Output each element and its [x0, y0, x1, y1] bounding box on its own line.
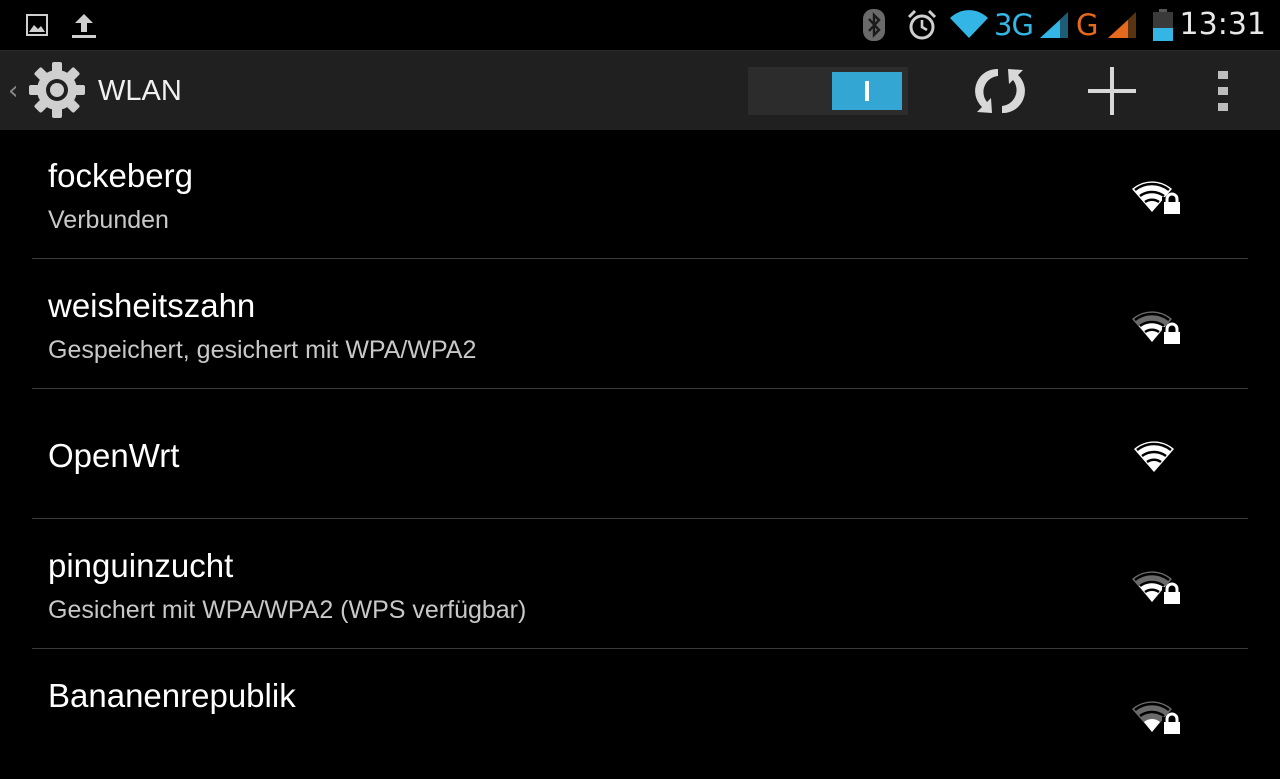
- network-status: Gespeichert, gesichert mit WPA/WPA2: [48, 336, 477, 364]
- network-status: Gesichert mit WPA/WPA2 (WPS verfügbar): [48, 596, 527, 624]
- status-bar: 3G G 13:31: [0, 0, 1280, 50]
- wifi-toggle-switch[interactable]: [748, 67, 908, 115]
- gallery-icon: [26, 14, 48, 36]
- bluetooth-icon: [863, 9, 885, 41]
- wps-refresh-icon[interactable]: [968, 59, 1032, 123]
- overflow-menu-icon[interactable]: [1192, 59, 1256, 123]
- wifi-locked-icon: [1132, 571, 1182, 604]
- list-item[interactable]: Bananenrepublik: [32, 650, 1248, 779]
- list-item[interactable]: weisheitszahn Gespeichert, gesichert mit…: [32, 260, 1248, 389]
- clock: 13:31: [1179, 7, 1266, 42]
- page-title: WLAN: [98, 75, 182, 107]
- battery-icon: [1153, 9, 1173, 41]
- action-bar: ‹ WLAN: [0, 50, 1280, 130]
- wifi-signal-icon: [950, 10, 988, 38]
- upload-icon: [72, 14, 96, 38]
- network-ssid: Bananenrepublik: [48, 677, 296, 714]
- network-type-3g: 3G: [994, 8, 1034, 42]
- network-status: Verbunden: [48, 206, 169, 234]
- up-caret-icon[interactable]: ‹: [8, 77, 18, 105]
- toggle-thumb: [832, 72, 902, 110]
- list-item[interactable]: fockeberg Verbunden: [32, 130, 1248, 259]
- network-ssid: pinguinzucht: [48, 547, 234, 584]
- wifi-locked-icon: [1132, 181, 1182, 214]
- network-ssid: OpenWrt: [48, 437, 180, 474]
- alarm-icon: [907, 9, 937, 40]
- cell-signal-icon: [1108, 12, 1136, 38]
- network-type-g: G: [1076, 8, 1099, 42]
- network-ssid: weisheitszahn: [48, 287, 256, 324]
- add-network-icon[interactable]: [1080, 59, 1144, 123]
- wifi-locked-icon: [1132, 701, 1182, 734]
- list-item[interactable]: pinguinzucht Gesichert mit WPA/WPA2 (WPS…: [32, 520, 1248, 649]
- network-ssid: fockeberg: [48, 157, 193, 194]
- wifi-open-icon: [1134, 441, 1174, 472]
- settings-gear-icon[interactable]: [27, 60, 87, 120]
- list-item[interactable]: OpenWrt: [32, 390, 1248, 519]
- cell-signal-icon: [1040, 12, 1068, 38]
- wifi-locked-icon: [1132, 311, 1182, 344]
